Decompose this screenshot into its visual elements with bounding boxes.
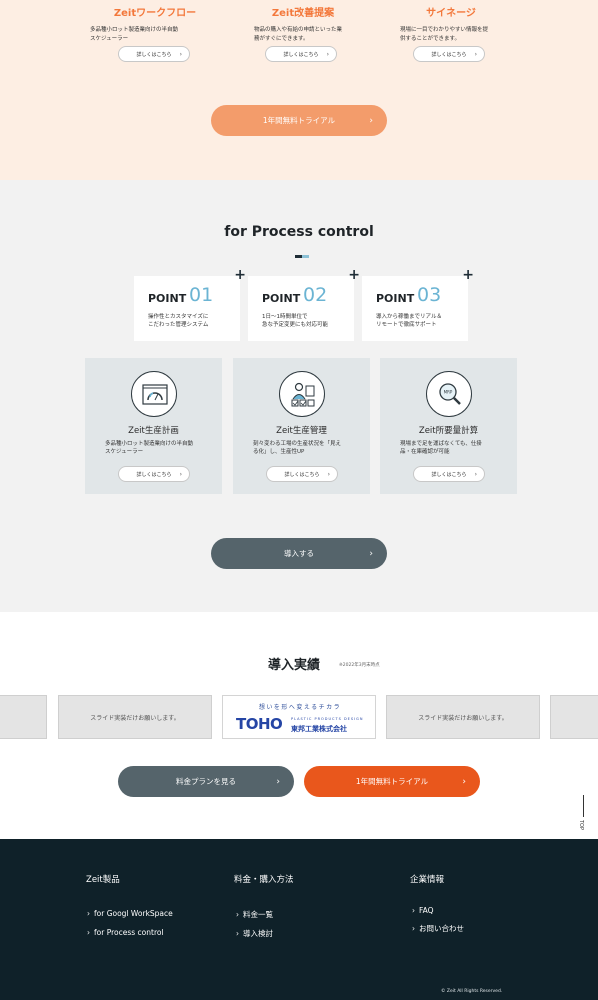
point-number: 01 <box>189 284 214 306</box>
introduce-button[interactable]: 導入する › <box>211 538 387 569</box>
footer-link-google-workspace[interactable]: › for Googl WorkSpace <box>87 909 173 918</box>
slide-placeholder-text: スライド実装だけお願いします。 <box>90 714 180 722</box>
chevron-right-icon: › <box>474 470 477 478</box>
logo-slide-placeholder[interactable]: スライド実装だけお願いします。 <box>58 695 212 739</box>
product-title: サイネージ <box>426 8 476 19</box>
product-desc: 物品の購入や有給の申請といった業 務がすぐにできます。 <box>254 27 343 42</box>
button-label: 詳しくはこちら <box>431 51 467 58</box>
chevron-right-icon: › <box>369 115 373 126</box>
button-label: 詳しくはこちら <box>136 51 172 58</box>
logo-slide-placeholder[interactable] <box>0 695 47 739</box>
card-desc: 刻々変わる工場の生産状況を「見え る化」し、生産性UP <box>253 441 342 455</box>
logo-tagline: 想いを形へ変えるチカラ <box>258 704 342 711</box>
card-title: Zeit生産管理 <box>276 426 327 436</box>
point-label: POINT <box>262 292 301 305</box>
footer-link-price-list[interactable]: › 料金一覧 <box>236 909 273 920</box>
plus-icon: + <box>234 267 246 283</box>
button-label: 料金プランを見る <box>176 777 236 786</box>
card-title: Zeit所要量計算 <box>418 426 479 436</box>
point-card-03: POINT 03 導入から稼働までリアル＆ リモートで徹底サポート + <box>362 267 474 341</box>
chevron-right-icon: › <box>462 776 466 787</box>
chevron-right-icon: › <box>179 470 182 478</box>
logo-sub-en: PLASTIC PRODUCTS DESIGN <box>291 717 364 721</box>
back-to-top-link[interactable]: TOP <box>578 795 588 835</box>
results-section: 導入実績 ※2022年3月末時点 スライド実装だけお願いします。 想いを形へ変え… <box>0 612 598 839</box>
product-title: Zeitワークフロー <box>113 8 197 19</box>
chevron-right-icon: › <box>369 548 373 559</box>
point-label: POINT <box>376 292 415 305</box>
point-label: POINT <box>148 292 187 305</box>
button-label: 詳しくはこちら <box>284 471 320 478</box>
point-card-02: POINT 02 1日〜1時間単位で 急な予定変更にも対応可能 + <box>248 267 360 341</box>
button-label: 1年間無料トライアル <box>355 777 429 786</box>
footer-link-consider[interactable]: › 導入検討 <box>236 928 273 939</box>
free-trial-button[interactable]: 1年間無料トライアル › <box>304 766 480 797</box>
point-desc: 1日〜1時間単位で 急な予定変更にも対応可能 <box>262 314 329 328</box>
logo-slide-placeholder[interactable]: スライド実装だけお願いします。 <box>386 695 540 739</box>
chevron-right-icon: › <box>327 470 330 478</box>
footer-col-title-company: 企業情報 <box>410 875 445 885</box>
gauge-icon <box>131 371 177 417</box>
slide-placeholder-text: スライド実装だけお願いします。 <box>418 714 508 722</box>
footer-link-faq[interactable]: › FAQ <box>412 906 434 915</box>
card-desc: 現場まで足を運ばなくても、仕掛 品・在庫確認が可能 <box>400 441 482 455</box>
card-title: Zeit生産計画 <box>128 426 179 436</box>
logo-sub-jp: 東邦工業株式会社 <box>291 725 347 733</box>
production-management-details-button[interactable]: 詳しくはこちら › <box>266 466 338 482</box>
button-label: 詳しくはこちら <box>136 471 172 478</box>
button-label: 詳しくはこちら <box>283 51 319 58</box>
product-desc: 多品種小ロット製造業向けの半自動 スケジューラー <box>90 27 179 42</box>
kaizen-details-button[interactable]: 詳しくはこちら › <box>265 46 337 62</box>
results-title: 導入実績 <box>268 658 321 673</box>
button-label: 導入する <box>284 549 314 558</box>
logo-slide-placeholder[interactable] <box>550 695 598 739</box>
card-production-planning: Zeit生産計画 多品種小ロット製造業向けの半自動 スケジューラー 詳しくはこち… <box>85 358 222 494</box>
worker-checklist-icon <box>279 371 325 417</box>
point-card-01: POINT 01 操作性とカスタマイズに こだわった管理システム + <box>134 267 246 341</box>
chevron-right-icon: › <box>326 50 329 58</box>
top-link-text: TOP <box>578 820 584 831</box>
toho-logo: TOHO <box>236 715 283 733</box>
production-planning-details-button[interactable]: 詳しくはこちら › <box>118 466 190 482</box>
price-plan-button[interactable]: 料金プランを見る › <box>118 766 294 797</box>
product-desc: 現場に一目でわかりやすい情報を提 供することができます。 <box>400 27 489 42</box>
chevron-right-icon: › <box>179 50 182 58</box>
section-title: for Process control <box>224 224 374 240</box>
point-desc: 操作性とカスタマイズに こだわった管理システム <box>148 314 209 328</box>
card-desc: 多品種小ロット製造業向けの半自動 スケジューラー <box>105 441 194 455</box>
results-note: ※2022年3月末時点 <box>339 663 380 668</box>
logo-slide-toho[interactable]: 想いを形へ変えるチカラ TOHO PLASTIC PRODUCTS DESIGN… <box>222 695 376 739</box>
process-control-section: for Process control POINT 01 操作性とカスタマイズに… <box>0 180 598 612</box>
chevron-right-icon: › <box>474 50 477 58</box>
mrp-search-icon: MRP <box>426 371 472 417</box>
product-workflow: Zeitワークフロー 多品種小ロット製造業向けの半自動 スケジューラー <box>90 0 220 44</box>
copyright: © Zeit All Rights Reserved. <box>441 989 503 994</box>
point-desc: 導入から稼働までリアル＆ リモートで徹底サポート <box>376 314 442 328</box>
button-label: 詳しくはこちら <box>431 471 467 478</box>
plus-icon: + <box>348 267 360 283</box>
signage-details-button[interactable]: 詳しくはこちら › <box>413 46 485 62</box>
footer-link-process-control[interactable]: › for Process control <box>87 928 164 937</box>
footer-col-title-pricing: 料金・購入方法 <box>234 875 294 885</box>
card-mrp: MRP Zeit所要量計算 現場まで足を運ばなくても、仕掛 品・在庫確認が可能 … <box>380 358 517 494</box>
chevron-right-icon: › <box>276 776 280 787</box>
title-underline-decoration <box>295 255 309 258</box>
workflow-details-button[interactable]: 詳しくはこちら › <box>118 46 190 62</box>
svg-text:MRP: MRP <box>444 390 453 395</box>
card-production-management: Zeit生産管理 刻々変わる工場の生産状況を「見え る化」し、生産性UP 詳しく… <box>233 358 370 494</box>
mrp-details-button[interactable]: 詳しくはこちら › <box>413 466 485 482</box>
point-number: 02 <box>303 284 328 306</box>
button-label: 1年間無料トライアル <box>262 116 336 125</box>
plus-icon: + <box>462 267 474 283</box>
product-kaizen: Zeit改善提案 物品の購入や有給の申請といった業 務がすぐにできます。 <box>238 0 368 44</box>
site-footer: Zeit製品 › for Googl WorkSpace › for Process… <box>0 839 598 1000</box>
product-title: Zeit改善提案 <box>271 8 335 19</box>
footer-col-title-products: Zeit製品 <box>86 875 120 885</box>
product-signage: サイネージ 現場に一目でわかりやすい情報を提 供することができます。 <box>386 0 516 44</box>
free-trial-button-top[interactable]: 1年間無料トライアル › <box>211 105 387 136</box>
products-section: Zeitワークフロー 多品種小ロット製造業向けの半自動 スケジューラー 詳しくは… <box>0 0 598 180</box>
footer-link-contact[interactable]: › お問い合わせ <box>412 923 464 934</box>
top-link-line <box>583 795 584 817</box>
point-number: 03 <box>417 284 442 306</box>
